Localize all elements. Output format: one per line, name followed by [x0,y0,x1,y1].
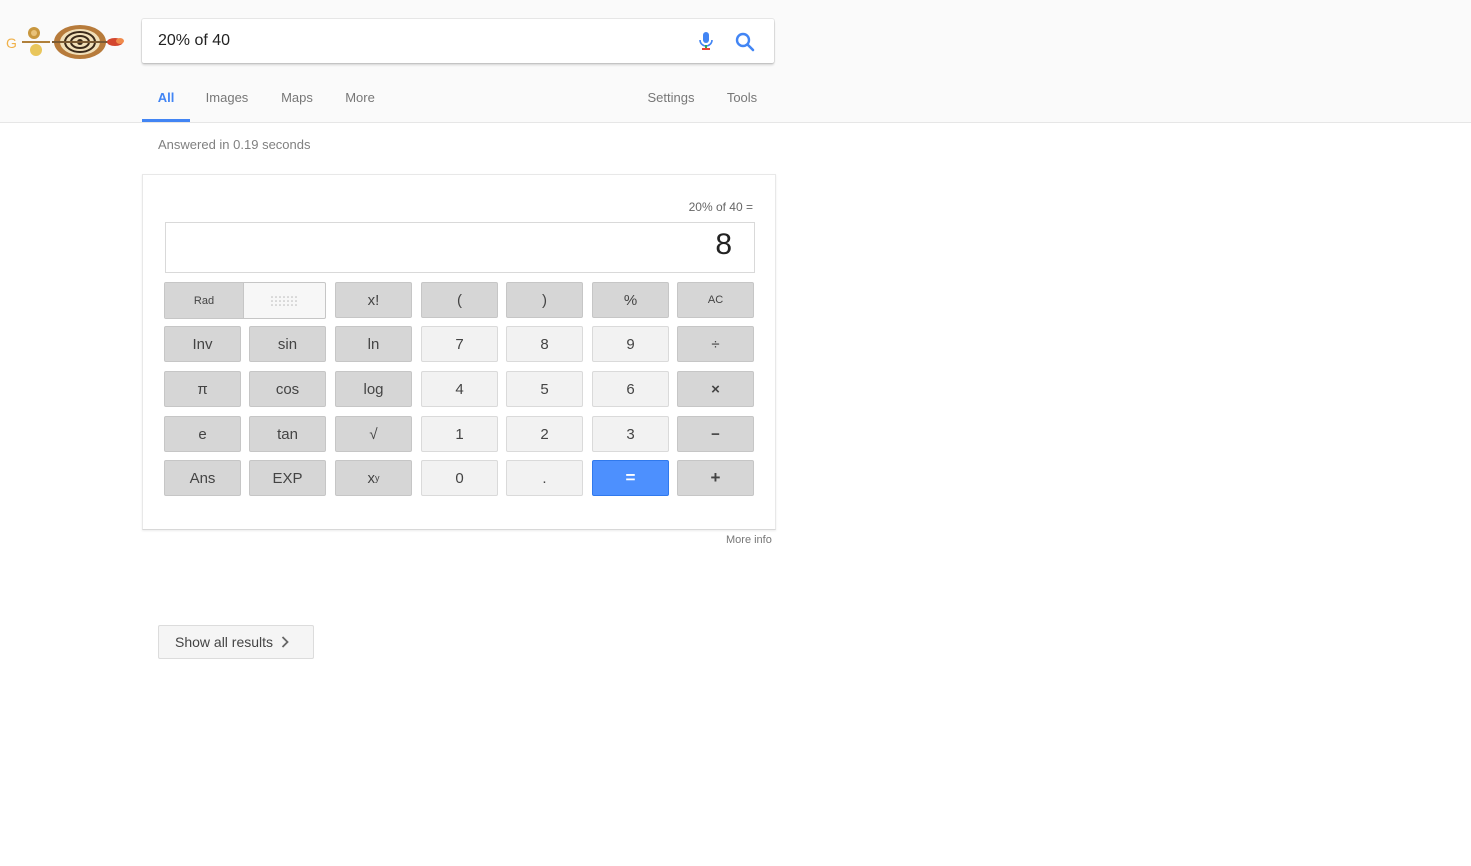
divide-button[interactable]: ÷ [677,326,754,362]
power-button[interactable]: xy [335,460,412,496]
log-button[interactable]: log [335,371,412,407]
search-icon[interactable] [734,31,756,53]
minus-button[interactable]: − [677,416,754,452]
more-info-link[interactable]: More info [726,534,772,546]
equals-button[interactable]: = [592,460,669,496]
doodle-logo-icon[interactable]: G [4,20,126,64]
plus-button[interactable]: + [677,460,754,496]
cos-button[interactable]: cos [249,371,326,407]
digit-9-button[interactable]: 9 [592,326,669,362]
rad-deg-toggle: Rad [164,282,326,319]
all-clear-button[interactable]: AC [677,282,754,318]
digit-1-button[interactable]: 1 [421,416,498,452]
calculator-result: 8 [715,228,732,261]
factorial-button[interactable]: x! [335,282,412,318]
right-paren-button[interactable]: ) [506,282,583,318]
answer-button[interactable]: Ans [164,460,241,496]
tab-maps[interactable]: Maps [278,90,316,122]
chevron-right-icon [281,636,289,648]
decimal-point-button[interactable]: . [506,460,583,496]
sin-button[interactable]: sin [249,326,326,362]
search-input[interactable] [158,19,678,63]
digit-8-button[interactable]: 8 [506,326,583,362]
tab-settings[interactable]: Settings [645,90,697,122]
header: G All Images Maps More Settings Tools [0,0,1471,123]
tab-all[interactable]: All [142,90,190,122]
tab-maps-label: Maps [281,90,313,105]
result-stats: Answered in 0.19 seconds [158,137,311,152]
tab-images[interactable]: Images [204,90,250,122]
dotted-grid-icon [270,295,297,306]
digit-6-button[interactable]: 6 [592,371,669,407]
svg-text:G: G [6,35,17,51]
sqrt-button[interactable]: √ [335,416,412,452]
rad-button[interactable]: Rad [165,283,244,318]
tab-more[interactable]: More [343,90,377,122]
inverse-button[interactable]: Inv [164,326,241,362]
digit-4-button[interactable]: 4 [421,371,498,407]
percent-button[interactable]: % [592,282,669,318]
digit-2-button[interactable]: 2 [506,416,583,452]
show-all-results-button[interactable]: Show all results [158,625,314,659]
digit-0-button[interactable]: 0 [421,460,498,496]
exp-button[interactable]: EXP [249,460,326,496]
tab-all-label: All [157,90,175,105]
power-exponent: y [375,473,380,483]
show-all-results-label: Show all results [175,634,274,650]
tab-settings-label: Settings [647,90,695,105]
tab-tools[interactable]: Tools [724,90,760,122]
ln-button[interactable]: ln [335,326,412,362]
calculator-card: 20% of 40 = 8 Rad x! ( ) % AC Inv sin ln… [142,174,776,530]
tab-tools-label: Tools [726,90,758,105]
left-paren-button[interactable]: ( [421,282,498,318]
power-base: x [367,469,376,487]
multiply-button[interactable]: × [677,371,754,407]
tab-more-label: More [345,90,375,105]
digit-3-button[interactable]: 3 [592,416,669,452]
deg-button[interactable] [244,283,325,318]
microphone-icon[interactable] [696,31,716,51]
tan-button[interactable]: tan [249,416,326,452]
calculator-expression: 20% of 40 = [688,200,753,214]
search-box [142,19,774,63]
calculator-display: 8 [165,222,755,273]
euler-button[interactable]: e [164,416,241,452]
digit-7-button[interactable]: 7 [421,326,498,362]
tab-images-label: Images [205,90,249,105]
pi-button[interactable]: π [164,371,241,407]
digit-5-button[interactable]: 5 [506,371,583,407]
